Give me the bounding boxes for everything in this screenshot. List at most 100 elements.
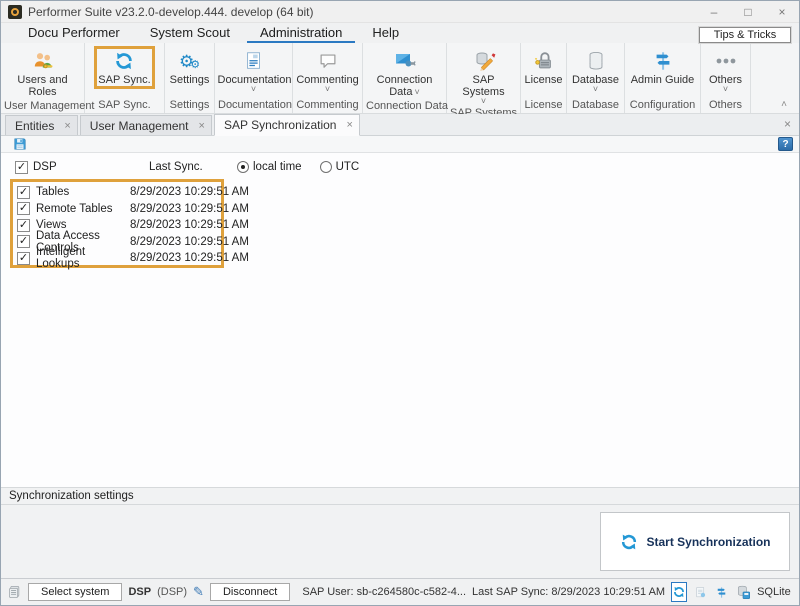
- ribbon-group-label: Documentation: [215, 98, 292, 113]
- system-list-icon[interactable]: [7, 584, 22, 600]
- sqlite-icon: [735, 584, 751, 600]
- ribbon-group-label: Others: [701, 98, 750, 113]
- chevron-down-icon: ˅: [296, 86, 358, 93]
- minimize-button[interactable]: –: [697, 1, 731, 22]
- database-icon: [585, 49, 607, 73]
- ribbon-group-others: Others˅ Others: [701, 43, 751, 113]
- speech-bubble-icon: [317, 49, 339, 73]
- tab-close-icon[interactable]: ×: [199, 120, 205, 132]
- ribbon-group-user-management: Users and Roles User Management: [1, 43, 85, 113]
- last-sync-column-label: Last Sync.: [149, 161, 203, 173]
- sync-icon: [113, 49, 135, 73]
- list-item[interactable]: ✓ Intelligent Lookups 8/29/2023 10:29:51…: [16, 250, 221, 267]
- tab-docu-performer[interactable]: Docu Performer: [15, 23, 133, 43]
- sap-sync-panel: ✓ DSP Last Sync. local time UTC ✓ Tables…: [1, 153, 799, 487]
- system-code: DSP: [128, 586, 151, 598]
- tab-help[interactable]: Help: [359, 23, 412, 43]
- ribbon-group-label: User Management: [1, 99, 84, 114]
- views-checkbox[interactable]: ✓: [17, 219, 30, 232]
- connection-data-button[interactable]: Connection Data˅: [365, 46, 445, 99]
- ribbon-group-label: SAP Sync.: [85, 98, 164, 113]
- app-logo-icon: [8, 5, 22, 19]
- doc-tab-sap-synchronization[interactable]: SAP Synchronization ×: [214, 114, 360, 136]
- ribbon-group-label: Configuration: [625, 98, 700, 113]
- select-system-button[interactable]: Select system: [28, 583, 122, 601]
- tab-close-icon[interactable]: ×: [64, 120, 70, 132]
- lock-key-icon: [533, 49, 555, 73]
- chevron-down-icon: ˅: [414, 87, 419, 97]
- tabstrip-close-icon[interactable]: ×: [784, 117, 791, 131]
- ribbon-group-sap-systems: SAP Systems˅ SAP Systems: [447, 43, 521, 113]
- intelligent-lookups-checkbox[interactable]: ✓: [17, 252, 30, 265]
- others-button[interactable]: Others˅: [704, 46, 748, 94]
- ribbon-group-configuration: Admin Guide Configuration: [625, 43, 701, 113]
- commenting-button[interactable]: Commenting˅: [293, 46, 362, 94]
- signpost-status-button[interactable]: [714, 582, 729, 602]
- document-toolbar: ?: [1, 136, 799, 153]
- tab-system-scout[interactable]: System Scout: [137, 23, 243, 43]
- doc-tab-entities[interactable]: Entities ×: [5, 115, 78, 135]
- system-row: ✓ DSP Last Sync. local time UTC: [1, 158, 799, 176]
- database-button[interactable]: Database˅: [568, 46, 623, 94]
- data-access-controls-checkbox[interactable]: ✓: [17, 235, 30, 248]
- tab-close-icon[interactable]: ×: [346, 119, 352, 131]
- ribbon-tab-bar: Docu Performer System Scout Administrati…: [1, 23, 799, 43]
- ribbon-group-label: Commenting: [293, 98, 362, 113]
- app-window: Performer Suite v23.2.0-develop.444. dev…: [0, 0, 800, 606]
- titlebar: Performer Suite v23.2.0-develop.444. dev…: [1, 1, 799, 23]
- log-document-button[interactable]: [693, 582, 708, 602]
- ribbon-group-label: Connection Data: [363, 99, 446, 114]
- sap-systems-button[interactable]: SAP Systems˅: [447, 46, 520, 106]
- last-sap-sync-status: Last SAP Sync: 8/29/2023 10:29:51 AM: [472, 586, 665, 598]
- list-item[interactable]: ✓ Remote Tables 8/29/2023 10:29:51 AM: [16, 201, 221, 218]
- dsp-checkbox[interactable]: ✓: [15, 161, 28, 174]
- connection-icon: [393, 49, 417, 73]
- db-engine-label: SQLite: [757, 586, 791, 598]
- maximize-button[interactable]: □: [731, 1, 765, 22]
- help-button[interactable]: ?: [778, 137, 793, 151]
- radio-utc[interactable]: UTC: [320, 161, 360, 173]
- start-synchronization-button[interactable]: Start Synchronization: [600, 512, 790, 571]
- chevron-down-icon: ˅: [451, 98, 516, 105]
- tables-checkbox[interactable]: ✓: [17, 186, 30, 199]
- disconnect-button[interactable]: Disconnect: [210, 583, 290, 601]
- ribbon-group-label: Database: [567, 98, 624, 113]
- system-code-suffix: (DSP): [157, 586, 187, 598]
- doc-tab-user-management[interactable]: User Management ×: [80, 115, 212, 135]
- documentation-button[interactable]: Documentation˅: [215, 46, 292, 94]
- close-button[interactable]: ×: [765, 1, 799, 22]
- radio-local-time[interactable]: local time: [237, 161, 302, 173]
- ribbon-group-connection-data: Connection Data˅ Connection Data: [363, 43, 447, 113]
- tips-and-tricks-button[interactable]: Tips & Tricks: [699, 27, 791, 43]
- gears-icon: ⚙⚙: [179, 49, 200, 73]
- license-button[interactable]: License: [521, 46, 566, 87]
- ribbon-group-database: Database˅ Database: [567, 43, 625, 113]
- ribbon-group-license: License License: [521, 43, 567, 113]
- statusbar: Select system DSP (DSP) ✎ Disconnect SAP…: [1, 578, 799, 605]
- document-tabstrip: Entities × User Management × SAP Synchro…: [1, 114, 799, 136]
- radio-dot: [320, 161, 332, 173]
- sync-settings-header[interactable]: Synchronization settings: [1, 487, 799, 505]
- edit-pen-icon[interactable]: ✎: [193, 584, 204, 600]
- sync-status-button[interactable]: [671, 582, 687, 602]
- ribbon-filler: ˄: [751, 43, 799, 113]
- ribbon-group-documentation: Documentation˅ Documentation: [215, 43, 293, 113]
- users-and-roles-button[interactable]: Users and Roles: [3, 46, 83, 99]
- ribbon-collapse-icon[interactable]: ˄: [781, 99, 787, 110]
- ellipsis-icon: [714, 49, 738, 73]
- list-item[interactable]: ✓ Tables 8/29/2023 10:29:51 AM: [16, 184, 221, 201]
- ribbon: Users and Roles User Management SAP Sync…: [1, 43, 799, 114]
- sap-sync-button[interactable]: SAP Sync.: [94, 46, 154, 89]
- tab-administration[interactable]: Administration: [247, 23, 355, 43]
- database-pencil-icon: [472, 49, 496, 73]
- ribbon-group-label: Settings: [165, 98, 214, 113]
- settings-button[interactable]: ⚙⚙ Settings: [166, 46, 214, 87]
- radio-dot: [237, 161, 249, 173]
- sap-user-status: SAP User: sb-c264580c-c582-4...: [302, 586, 466, 598]
- bottom-panel: Start Synchronization: [1, 505, 799, 578]
- ribbon-group-label: License: [521, 98, 566, 113]
- remote-tables-checkbox[interactable]: ✓: [17, 202, 30, 215]
- users-icon: [31, 49, 55, 73]
- admin-guide-button[interactable]: Admin Guide: [627, 46, 699, 87]
- save-icon[interactable]: [13, 137, 27, 151]
